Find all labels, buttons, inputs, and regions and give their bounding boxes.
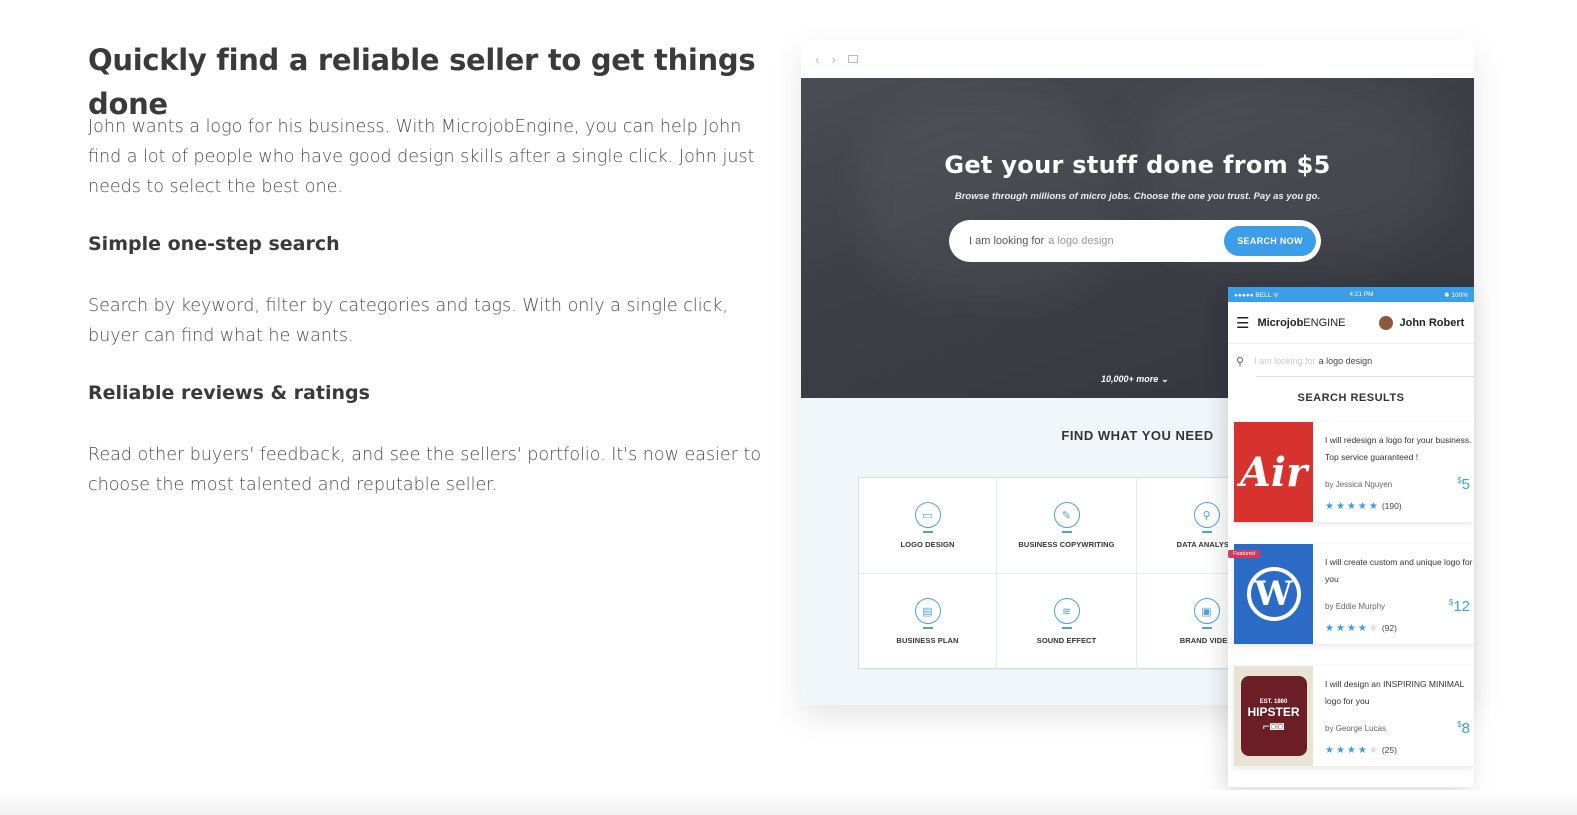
equalizer-icon: ≋ — [1053, 598, 1080, 629]
hero-search-input[interactable]: I am looking for a logo design SEARCH NO… — [949, 220, 1321, 262]
result-thumbnail: Air — [1234, 422, 1313, 522]
star-rating: ★★★★★ (190) — [1325, 501, 1402, 512]
hipster-logo-icon: EST. 1860 HIPSTER ⌐◙◙ — [1240, 676, 1307, 756]
pen-icon: ✎ — [1053, 502, 1080, 533]
magnifier-icon: ⚲ — [1193, 502, 1220, 533]
forward-arrow-icon[interactable]: › — [831, 52, 835, 67]
result-card[interactable]: Featured W I will create custom and uniq… — [1228, 544, 1474, 644]
category-grid: ▭ LOGO DESIGN ✎ BUSINESS COPYWRITING ⚲ DATA… — [858, 477, 1278, 670]
result-thumbnail: W — [1234, 544, 1313, 644]
feature-heading-search: Simple one-step search — [88, 233, 340, 255]
feature-text-reviews: Read other buyers' feedback, and see the… — [88, 445, 762, 495]
search-prefix: I am looking for — [969, 235, 1045, 247]
results-title: SEARCH RESULTS — [1297, 392, 1405, 404]
avatar[interactable] — [1379, 315, 1394, 330]
feature-heading-reviews: Reliable reviews & ratings — [88, 382, 370, 404]
result-price: $5 — [1457, 476, 1470, 493]
result-thumbnail: EST. 1860 HIPSTER ⌐◙◙ — [1234, 666, 1313, 766]
hero-title: Get your stuff done from $5 — [944, 151, 1331, 179]
search-now-button[interactable]: SEARCH NOW — [1224, 226, 1316, 256]
star-rating: ★★★★★ (25) — [1325, 745, 1397, 756]
more-link[interactable]: 10,000+ more ⌄ — [1101, 374, 1168, 385]
search-placeholder: a logo design — [1048, 235, 1114, 247]
phone-mockup: ●●●●● BELL ᯤ 4:21 PM ✱ 100% ☰ MicrojobEN… — [1228, 287, 1474, 787]
sidebar-toggle-icon[interactable] — [847, 55, 858, 63]
user-name[interactable]: John Robert — [1399, 317, 1464, 329]
category-business-plan[interactable]: ▤ BUSINESS PLAN — [859, 574, 997, 670]
browser-toolbar: ‹ › — [801, 40, 1474, 78]
search-icon: ⚲ — [1236, 355, 1245, 368]
section-intro: John wants a logo for his business. With… — [88, 117, 755, 197]
brand-logo[interactable]: MicrojobENGINE — [1257, 317, 1345, 329]
featured-badge: Featured — [1228, 550, 1261, 558]
result-seller: by Eddie Murphy — [1325, 602, 1386, 611]
feature-text-search: Search by keyword, filter by categories … — [88, 296, 728, 346]
chat-icon: ▣ — [1193, 598, 1220, 629]
star-rating: ★★★★★ (92) — [1325, 623, 1397, 634]
result-title: I will redesign a logo for your business… — [1325, 435, 1472, 462]
hamburger-menu-icon[interactable]: ☰ — [1236, 314, 1249, 332]
document-icon: ▤ — [914, 598, 941, 629]
result-title: I will design an INSPIRING MINIMAL logo … — [1325, 679, 1465, 706]
result-seller: by Jessica Nguyen — [1325, 480, 1393, 489]
wordpress-logo-icon: W — [1246, 567, 1301, 621]
phone-search-input[interactable]: ⚲ I am looking for a logo design — [1228, 344, 1474, 378]
category-sound-effect[interactable]: ≋ SOUND EFFECT — [997, 574, 1137, 670]
category-logo-design[interactable]: ▭ LOGO DESIGN — [859, 478, 997, 574]
result-card[interactable]: Air I will redesign a logo for your busi… — [1234, 422, 1474, 522]
result-seller: by George Lucas — [1325, 724, 1386, 733]
back-arrow-icon[interactable]: ‹ — [815, 52, 819, 67]
feature-section: Quickly find a reliable seller to get th… — [88, 38, 768, 495]
monitor-icon: ▭ — [914, 502, 941, 533]
result-card[interactable]: EST. 1860 HIPSTER ⌐◙◙ I will design an INS… — [1234, 666, 1474, 766]
category-business-copywriting[interactable]: ✎ BUSINESS COPYWRITING — [997, 478, 1137, 574]
result-price: $12 — [1448, 598, 1470, 615]
status-bar: ●●●●● BELL ᯤ 4:21 PM ✱ 100% — [1228, 287, 1474, 302]
app-header: ☰ MicrojobENGINE John Robert — [1228, 302, 1474, 344]
result-title: I will create custom and unique logo for… — [1325, 557, 1473, 584]
result-price: $8 — [1457, 720, 1470, 737]
hero-subtitle: Browse through millions of micro jobs. C… — [954, 191, 1321, 202]
chevron-down-icon: ⌄ — [1160, 374, 1169, 384]
footer-fade — [0, 790, 1577, 815]
